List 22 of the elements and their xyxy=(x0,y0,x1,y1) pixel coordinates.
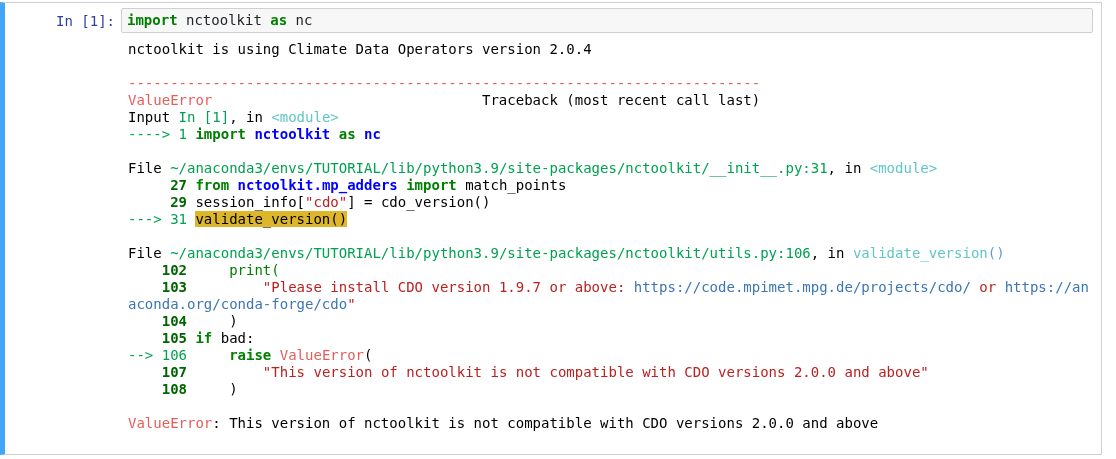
output-line: File ~/anaconda3/envs/TUTORIAL/lib/python3.9/site-packages/nctoolkit/__init__.py:31, in <module> xyxy=(128,160,939,177)
output-line: 27 from nctoolkit.mp_adders import match_points xyxy=(169,177,568,194)
output-line: 104 ) xyxy=(160,313,239,330)
output-line: --> 106 raise ValueError( xyxy=(128,347,374,364)
output-line: 29 session_info["cdo"] = cdo_version() xyxy=(169,194,492,211)
output-line: 105 if bad: xyxy=(160,330,256,347)
output-line: aconda.org/conda-forge/cdo" xyxy=(128,296,357,313)
output-line: ValueError: This version of nctoolkit is not compatible with CDO versions 2.0.0 and above xyxy=(128,415,880,432)
output-line: nctoolkit is using Climate Data Operators version 2.0.4 xyxy=(128,41,593,58)
output-line: Input In [1], in <module> xyxy=(128,109,340,126)
output-line: 108 ) xyxy=(160,381,239,398)
output-line: --------------------------------------------------------------------------- xyxy=(128,75,762,92)
output-line: ---> 31 validate_version() xyxy=(128,211,349,228)
output-line: File ~/anaconda3/envs/TUTORIAL/lib/python3.9/site-packages/nctoolkit/utils.py:106, in validate_version() xyxy=(128,245,1006,262)
output-line: ValueError Traceback (most recent call last) xyxy=(128,92,762,109)
output-line: ----> 1 import nctoolkit as nc xyxy=(128,126,382,143)
output-line: 102 print( xyxy=(160,262,281,279)
notebook-cell[interactable] xyxy=(0,2,1102,455)
output-line: 107 "This version of nctoolkit is not compatible with CDO versions 2.0.0 and above" xyxy=(160,364,930,381)
output-line: 103 "Please install CDO version 1.9.7 or above: https://code.mpimet.mpg.de/projects/cdo/ or https://an xyxy=(160,279,1090,296)
input-prompt: In [1]: xyxy=(55,12,116,30)
code-input[interactable]: import nctoolkit as nc xyxy=(121,8,1093,33)
